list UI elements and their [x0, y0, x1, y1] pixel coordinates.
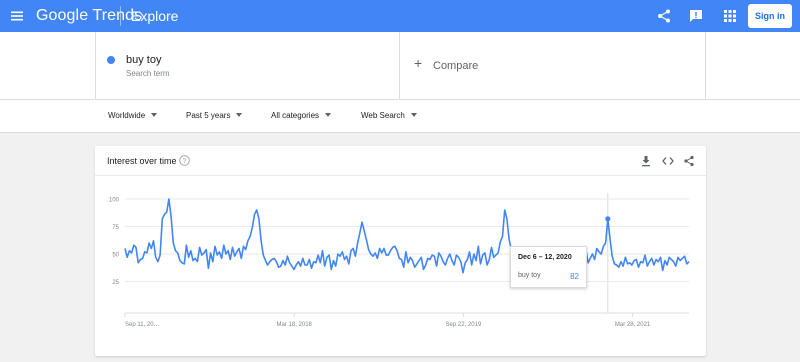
search-property-select[interactable]: Web Search: [361, 111, 417, 120]
y-tick-label: 50: [112, 253, 119, 259]
share-icon[interactable]: [683, 155, 695, 167]
y-tick-label: 75: [112, 225, 119, 231]
share-icon[interactable]: [656, 8, 672, 24]
highlight-point[interactable]: [605, 216, 611, 222]
search-term-type: Search term: [126, 69, 170, 78]
x-tick-label: Mar 28, 2021: [615, 322, 651, 327]
interest-over-time-card: Interest over time ? 25 50 75 100 Sep 11, 20…: [95, 146, 706, 356]
download-icon[interactable]: [640, 155, 652, 167]
compare-label: Compare: [433, 60, 479, 72]
search-term-panel: buy toy Search term + Compare: [0, 32, 800, 100]
page-title: Explore: [131, 8, 179, 24]
chevron-down-icon: [325, 113, 332, 117]
svg-text:?: ?: [183, 158, 187, 165]
tooltip-value: 82: [570, 272, 579, 281]
category-label: All categories: [271, 111, 320, 120]
x-tick-label: Sep 11, 20…: [125, 322, 160, 327]
category-select[interactable]: All categories: [271, 111, 332, 120]
apps-icon[interactable]: [722, 8, 738, 24]
chevron-down-icon: [151, 113, 158, 117]
card-header: Interest over time ?: [95, 146, 706, 176]
tooltip-date: Dec 6 – 12, 2020: [518, 254, 572, 261]
app-header: Google Trends Explore Sign in: [0, 0, 800, 32]
chart-tooltip: Dec 6 – 12, 2020 buy toy 82: [510, 246, 587, 288]
chevron-down-icon: [410, 113, 417, 117]
add-icon: +: [414, 55, 423, 71]
region-label: Worldwide: [108, 111, 146, 120]
sign-in-button[interactable]: Sign in: [748, 4, 792, 28]
compare-button[interactable]: + Compare: [400, 32, 706, 100]
y-tick-label: 25: [112, 280, 119, 286]
feedback-icon[interactable]: [688, 8, 704, 24]
chevron-down-icon: [236, 113, 243, 117]
brand-logo[interactable]: Google Trends: [36, 7, 142, 25]
search-term-name[interactable]: buy toy: [126, 54, 161, 66]
help-icon[interactable]: ?: [179, 155, 190, 166]
y-tick-label: 100: [109, 198, 120, 204]
embed-icon[interactable]: [662, 155, 674, 167]
header-divider: [120, 6, 121, 26]
search-term-chip[interactable]: buy toy Search term: [95, 32, 400, 100]
tooltip-series-label: buy toy: [518, 272, 541, 279]
x-tick-label: Mar 18, 2018: [277, 322, 313, 327]
series-line-buy-toy[interactable]: [124, 198, 690, 274]
time-range-select[interactable]: Past 5 years: [186, 111, 243, 120]
region-select[interactable]: Worldwide: [108, 111, 158, 120]
interest-line-chart[interactable]: 25 50 75 100 Sep 11, 20… Mar 18, 2018 Sep 22, …: [95, 177, 706, 327]
time-range-label: Past 5 years: [186, 111, 231, 120]
x-tick-label: Sep 22, 2019: [446, 322, 482, 327]
term-color-dot: [107, 56, 115, 64]
menu-icon[interactable]: [10, 9, 24, 23]
filter-bar: Worldwide Past 5 years All categories We…: [0, 100, 800, 133]
card-title: Interest over time: [107, 156, 177, 166]
search-property-label: Web Search: [361, 111, 405, 120]
